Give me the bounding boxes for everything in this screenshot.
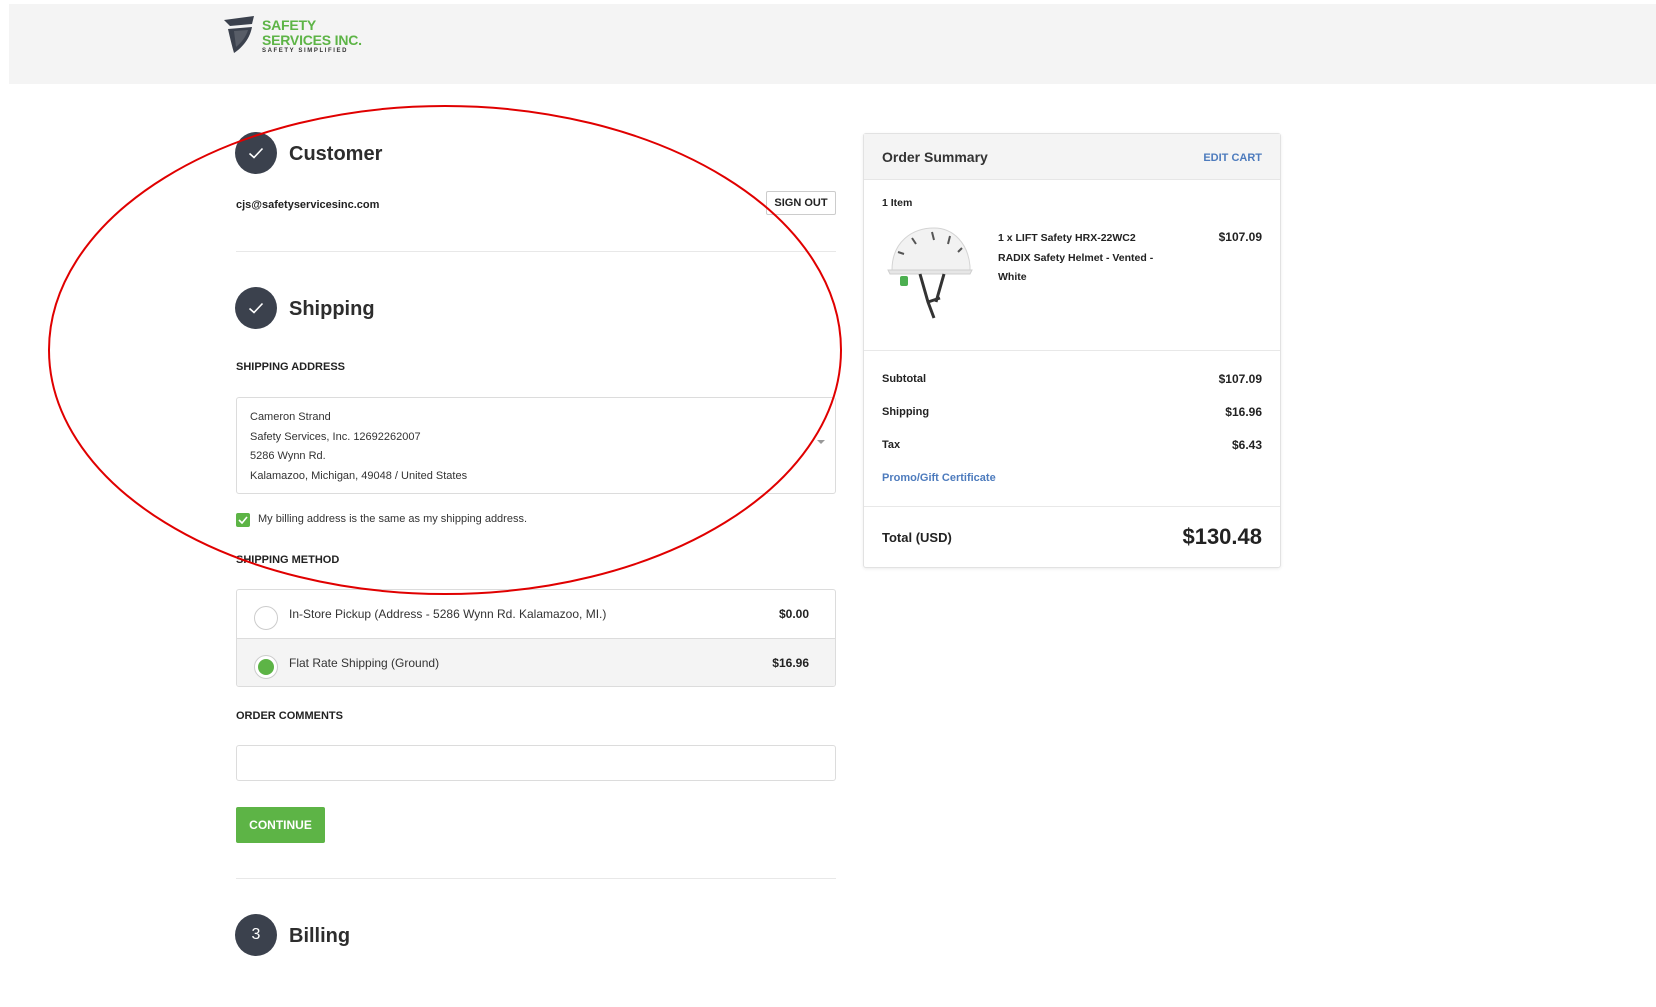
section-divider bbox=[236, 878, 836, 879]
section-divider bbox=[236, 251, 836, 252]
shipping-method-price: $0.00 bbox=[778, 607, 809, 621]
shipping-step-title: Shipping bbox=[289, 298, 375, 320]
total-label: Total (USD) bbox=[882, 530, 952, 545]
summary-divider bbox=[864, 350, 1280, 351]
order-summary-title: Order Summary bbox=[882, 149, 988, 165]
product-name-line: White bbox=[998, 271, 1027, 283]
tax-value: $6.43 bbox=[1231, 438, 1262, 452]
shipping-address-select[interactable]: Cameron Strand Safety Services, Inc. 126… bbox=[236, 397, 836, 494]
address-line-street: 5286 Wynn Rd. bbox=[250, 450, 326, 462]
customer-step-complete-icon bbox=[235, 132, 277, 174]
shipping-method-option-flat-rate[interactable]: Flat Rate Shipping (Ground) $16.96 bbox=[237, 638, 835, 686]
billing-same-label[interactable]: My billing address is the same as my shi… bbox=[258, 513, 527, 525]
shipping-method-label: In-Store Pickup (Address - 5286 Wynn Rd.… bbox=[289, 607, 607, 621]
tax-label: Tax bbox=[882, 439, 901, 451]
shipping-method-heading: SHIPPING METHOD bbox=[236, 554, 340, 566]
product-image bbox=[887, 227, 973, 319]
billing-step-title: Billing bbox=[289, 925, 351, 947]
billing-step-number: 3 bbox=[235, 914, 277, 956]
edit-cart-link[interactable]: EDIT CART bbox=[1203, 152, 1262, 164]
address-line-company: Safety Services, Inc. 12692262007 bbox=[250, 430, 421, 443]
product-price: $107.09 bbox=[1218, 230, 1262, 244]
address-line-name: Cameron Strand bbox=[250, 411, 331, 423]
order-summary-header: Order Summary EDIT CART bbox=[864, 134, 1280, 180]
check-icon bbox=[248, 302, 264, 314]
summary-divider bbox=[864, 506, 1280, 507]
shipping-step-complete-icon bbox=[235, 287, 277, 329]
order-comments-heading: ORDER COMMENTS bbox=[236, 710, 343, 722]
product-name: 1 x LIFT Safety HRX-22WC2 RADIX Safety H… bbox=[998, 229, 1168, 288]
logo-text-line2: SERVICES INC. bbox=[262, 32, 362, 48]
subtotal-label: Subtotal bbox=[882, 373, 926, 385]
logo-text-line1: SAFETY bbox=[262, 17, 317, 33]
address-line-city: Kalamazoo, Michigan, 49048 / United Stat… bbox=[250, 469, 468, 482]
shipping-cost-value: $16.96 bbox=[1225, 405, 1262, 419]
billing-same-checkbox[interactable] bbox=[236, 513, 250, 527]
customer-step-title: Customer bbox=[289, 143, 383, 165]
product-name-line: RADIX Safety Helmet - Vented - bbox=[998, 251, 1154, 264]
shipping-cost-label: Shipping bbox=[882, 406, 930, 418]
sign-out-button[interactable]: SIGN OUT bbox=[766, 191, 836, 215]
order-comments-input[interactable] bbox=[236, 745, 836, 781]
check-icon bbox=[248, 147, 264, 159]
shipping-method-list: In-Store Pickup (Address - 5286 Wynn Rd.… bbox=[236, 589, 836, 687]
shipping-method-option-pickup[interactable]: In-Store Pickup (Address - 5286 Wynn Rd.… bbox=[237, 590, 835, 639]
shield-logo-icon bbox=[224, 16, 254, 53]
radio-button[interactable] bbox=[254, 606, 278, 630]
checkmark-icon bbox=[238, 516, 248, 524]
shipping-method-price: $16.96 bbox=[772, 656, 809, 670]
chevron-down-icon bbox=[817, 440, 825, 444]
logo-tagline: SAFETY SIMPLIFIED bbox=[262, 48, 349, 54]
item-count: 1 Item bbox=[882, 197, 913, 209]
customer-email: cjs@safetyservicesinc.com bbox=[236, 199, 380, 211]
site-logo[interactable]: SAFETY SERVICES INC. SAFETY SIMPLIFIED bbox=[224, 16, 362, 54]
subtotal-value: $107.09 bbox=[1218, 372, 1262, 386]
product-name-line: 1 x LIFT Safety HRX-22WC2 bbox=[998, 232, 1136, 244]
shipping-method-label: Flat Rate Shipping (Ground) bbox=[289, 656, 440, 670]
order-summary-panel: Order Summary EDIT CART 1 Item 1 x LIFT … bbox=[863, 133, 1281, 568]
radio-button-selected[interactable] bbox=[254, 655, 278, 679]
shipping-address-heading: SHIPPING ADDRESS bbox=[236, 361, 346, 373]
promo-gift-certificate-link[interactable]: Promo/Gift Certificate bbox=[882, 472, 996, 484]
continue-button[interactable]: CONTINUE bbox=[236, 807, 325, 843]
total-value: $130.48 bbox=[1182, 524, 1262, 549]
